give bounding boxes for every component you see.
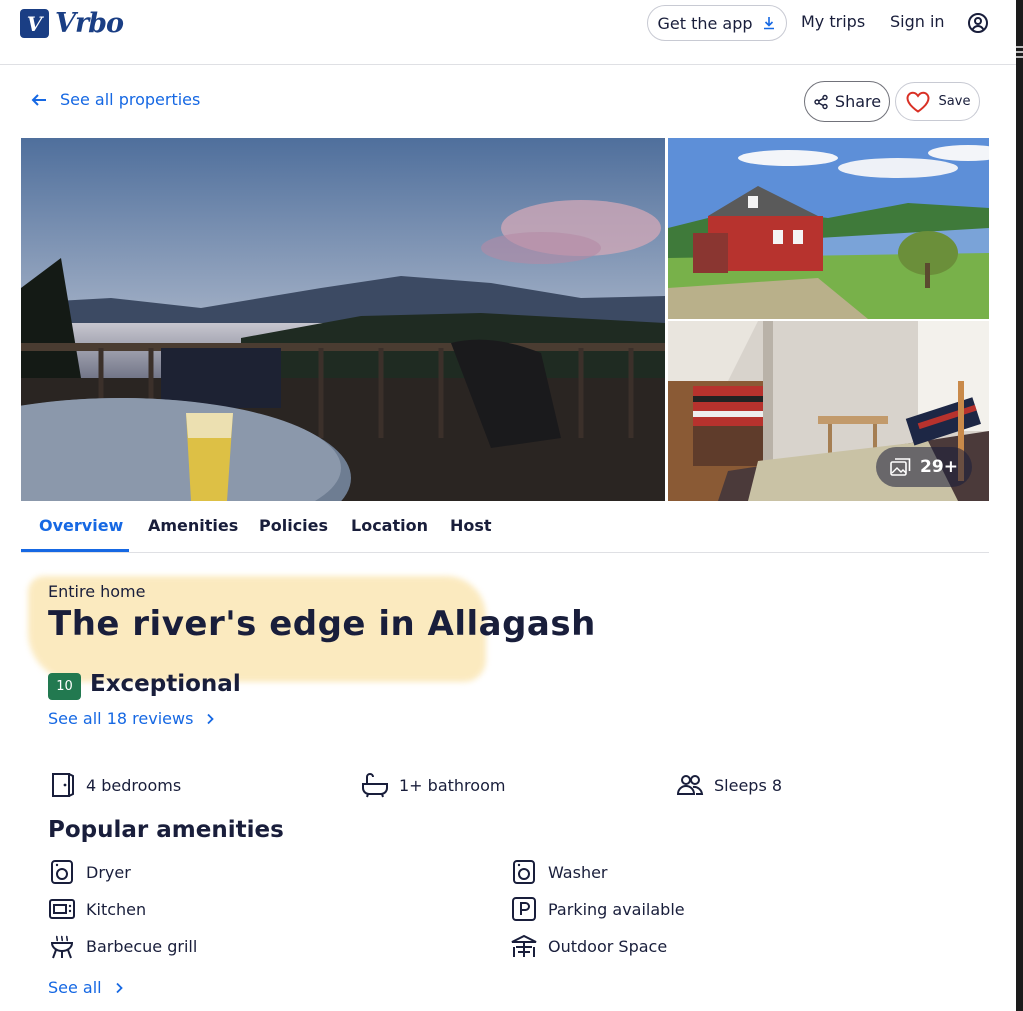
vrbo-logo-mark: V [20, 9, 49, 38]
tab-overview[interactable]: Overview [39, 516, 123, 535]
spec-bathrooms: 1+ bathroom [361, 772, 505, 798]
heart-icon [906, 91, 930, 113]
amenity-kitchen: Kitchen [48, 896, 146, 922]
vrbo-logo-text: Vrbo [55, 8, 124, 39]
my-trips-link[interactable]: My trips [801, 12, 865, 31]
tab-amenities[interactable]: Amenities [148, 516, 238, 535]
active-tab-indicator [21, 549, 129, 552]
download-icon [763, 17, 774, 30]
scrollbar[interactable] [1016, 0, 1023, 1011]
section-tabs: Overview Amenities Policies Location Hos… [21, 501, 989, 553]
amenity-barbecue-grill-label: Barbecue grill [86, 936, 198, 956]
main-photo-river-deck[interactable] [21, 138, 665, 501]
scrollbar-grip[interactable] [1016, 46, 1023, 62]
bedroom-icon [52, 773, 74, 797]
bathtub-icon [362, 773, 388, 798]
kitchen-icon [49, 899, 75, 919]
amenity-outdoor-space-label: Outdoor Space [548, 936, 668, 956]
washer-icon [513, 860, 535, 884]
see-all-reviews-link[interactable]: See all 18 reviews [48, 709, 217, 728]
see-all-reviews-label: See all 18 reviews [48, 709, 194, 728]
vrbo-logo[interactable]: V Vrbo [20, 8, 124, 39]
spec-bathrooms-label: 1+ bathroom [399, 775, 506, 795]
amenity-kitchen-label: Kitchen [86, 899, 147, 919]
tab-policies[interactable]: Policies [259, 516, 328, 535]
spec-bedrooms: 4 bedrooms [48, 772, 181, 798]
top-header: V Vrbo Get the app My trips Sign in [0, 0, 1016, 65]
amenity-outdoor-space: Outdoor Space [510, 933, 667, 959]
property-type: Entire home [48, 582, 146, 601]
amenity-dryer-label: Dryer [86, 862, 131, 882]
share-label: Share [834, 92, 882, 111]
outdoor-space-icon [511, 934, 537, 957]
chevron-right-icon [115, 982, 123, 993]
chevron-right-icon [207, 713, 215, 724]
popular-amenities-heading: Popular amenities [48, 817, 284, 843]
get-the-app-label: Get the app [657, 13, 753, 33]
amenity-dryer: Dryer [48, 859, 131, 885]
view-all-photos-button[interactable]: 29+ [876, 447, 972, 487]
amenity-parking: Parking available [510, 896, 685, 922]
rating-score-badge: 10 [48, 673, 81, 700]
people-icon [676, 775, 704, 795]
spec-bedrooms-label: 4 bedrooms [86, 775, 182, 795]
tab-host[interactable]: Host [450, 516, 492, 535]
see-all-properties-link[interactable]: See all properties [30, 90, 200, 109]
see-all-amenities-link[interactable]: See all [48, 978, 126, 997]
see-all-amenities-label: See all [48, 978, 102, 997]
amenity-washer-label: Washer [548, 862, 608, 882]
dryer-icon [51, 860, 73, 884]
amenity-parking-label: Parking available [548, 899, 685, 919]
tab-location[interactable]: Location [351, 516, 428, 535]
sign-in-link[interactable]: Sign in [890, 12, 945, 31]
rating-label: Exceptional [90, 671, 241, 697]
amenity-barbecue-grill: Barbecue grill [48, 933, 197, 959]
see-all-properties-label: See all properties [60, 90, 201, 109]
share-icon [814, 94, 828, 109]
account-icon[interactable] [966, 11, 990, 35]
photo-red-house[interactable] [668, 138, 989, 319]
barbecue-grill-icon [50, 935, 74, 959]
photo-gallery-icon [890, 458, 911, 476]
save-button[interactable]: Save [895, 82, 980, 121]
share-button[interactable]: Share [804, 81, 890, 122]
spec-sleeps-label: Sleeps 8 [714, 775, 783, 795]
spec-sleeps: Sleeps 8 [676, 772, 782, 798]
arrow-left-icon [31, 93, 46, 106]
property-title: The river's edge in Allagash [48, 604, 596, 644]
photo-count-label: 29+ [920, 457, 958, 477]
save-label: Save [938, 94, 971, 109]
get-the-app-button[interactable]: Get the app [647, 5, 787, 41]
photo-bedroom[interactable]: 29+ [668, 321, 989, 501]
amenity-washer: Washer [510, 859, 608, 885]
parking-icon [512, 897, 536, 921]
